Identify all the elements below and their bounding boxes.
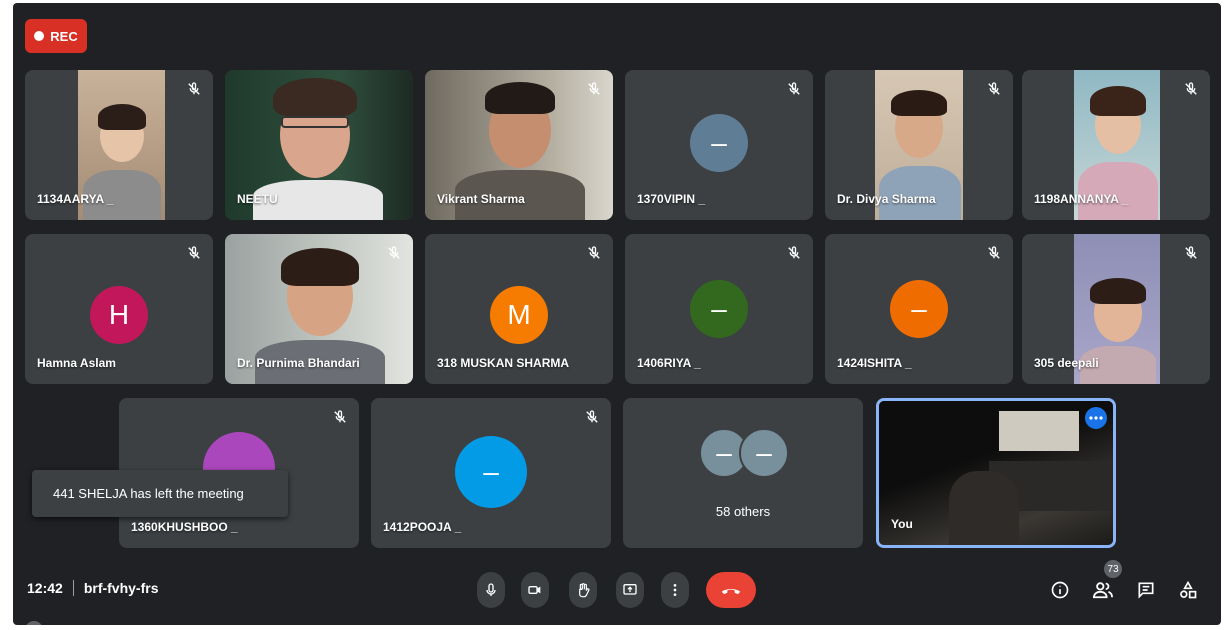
- more-options-icon[interactable]: [1085, 407, 1107, 429]
- participant-tile[interactable]: H Hamna Aslam: [25, 234, 213, 384]
- participant-tile[interactable]: – 1424ISHITA _: [825, 234, 1013, 384]
- self-view-tile[interactable]: You: [876, 398, 1116, 548]
- participant-tile[interactable]: 1198ANNANYA _: [1022, 70, 1210, 220]
- others-count: 58 others: [715, 504, 771, 519]
- record-dot-icon: [34, 31, 45, 41]
- mic-off-icon: [334, 410, 346, 423]
- participant-tile[interactable]: Dr. Purnima Bhandari: [225, 234, 413, 384]
- more-options-button[interactable]: [661, 572, 689, 608]
- mic-off-icon: [988, 82, 1000, 95]
- participant-count-badge: 73: [1104, 560, 1122, 578]
- self-video: [879, 401, 1113, 545]
- participant-tile[interactable]: 1134AARYA _: [25, 70, 213, 220]
- raise-hand-button[interactable]: [569, 572, 597, 608]
- mic-off-icon: [588, 246, 600, 259]
- divider: [72, 580, 74, 596]
- microphone-icon: [486, 583, 496, 596]
- participant-tile[interactable]: – 1406RIYA _: [625, 234, 813, 384]
- participant-name: 318 MUSKAN SHARMA: [437, 356, 570, 370]
- present-button[interactable]: [616, 572, 644, 608]
- more-vert-icon: [673, 584, 677, 596]
- mic-off-icon: [586, 410, 598, 423]
- mic-off-icon: [1185, 82, 1197, 95]
- mic-off-icon: [188, 82, 200, 95]
- participant-name: NEETU: [237, 192, 278, 206]
- people-button[interactable]: [1092, 579, 1114, 601]
- participant-name: You: [891, 517, 913, 531]
- participant-avatar: –: [690, 280, 748, 338]
- end-call-icon: [721, 589, 741, 595]
- participant-avatar: –: [455, 436, 527, 508]
- camera-button[interactable]: [521, 572, 549, 608]
- participant-tile[interactable]: Vikrant Sharma: [425, 70, 613, 220]
- mic-off-icon: [788, 246, 800, 259]
- activities-icon: [1180, 580, 1197, 599]
- people-icon: [1092, 582, 1113, 599]
- participant-tile[interactable]: NEETU: [225, 70, 413, 220]
- participant-name: Vikrant Sharma: [437, 192, 525, 206]
- camera-icon: [528, 586, 541, 594]
- chat-button[interactable]: [1135, 579, 1157, 601]
- participant-name: 1424ISHITA _: [837, 356, 912, 370]
- others-tile[interactable]: – – 58 others: [623, 398, 863, 548]
- participant-name: 1412POOJA _: [383, 520, 462, 534]
- meeting-info: 12:42 brf-fvhy-frs: [27, 580, 158, 596]
- participant-name: 1406RIYA _: [637, 356, 701, 370]
- participant-tile[interactable]: 305 deepali: [1022, 234, 1210, 384]
- others-avatar: –: [739, 428, 789, 478]
- participant-avatar: –: [890, 280, 948, 338]
- present-screen-icon: [623, 584, 637, 595]
- participant-name: Dr. Purnima Bhandari: [237, 356, 360, 370]
- leave-call-button[interactable]: [706, 572, 756, 608]
- meeting-window: REC 1134AARYA _ NEETU Vikrant Sharma – 1…: [13, 3, 1221, 625]
- participant-tile[interactable]: – 1370VIPIN _: [625, 70, 813, 220]
- participant-tile[interactable]: Dr. Divya Sharma: [825, 70, 1013, 220]
- notification-toast: 441 SHELJA has left the meeting: [32, 470, 288, 517]
- partial-avatar: [25, 621, 43, 625]
- chat-icon: [1138, 582, 1154, 599]
- activities-button[interactable]: [1177, 579, 1199, 601]
- mic-off-icon: [388, 246, 400, 259]
- mic-off-icon: [1185, 246, 1197, 259]
- toast-text: 441 SHELJA has left the meeting: [53, 486, 244, 501]
- participant-tile[interactable]: – 1412POOJA _: [371, 398, 611, 548]
- mic-off-icon: [188, 246, 200, 259]
- mic-off-icon: [988, 246, 1000, 259]
- meeting-details-button[interactable]: [1049, 579, 1071, 601]
- participant-avatar: H: [90, 286, 148, 344]
- participant-name: Dr. Divya Sharma: [837, 192, 936, 206]
- participant-avatar: –: [690, 114, 748, 172]
- participant-name: 1360KHUSHBOO _: [131, 520, 238, 534]
- meeting-code: brf-fvhy-frs: [83, 580, 159, 596]
- participant-name: 305 deepali: [1034, 356, 1099, 370]
- participant-name: Hamna Aslam: [37, 356, 116, 370]
- recording-label: REC: [50, 28, 78, 44]
- participant-name: 1134AARYA _: [37, 192, 114, 206]
- recording-indicator: REC: [25, 19, 87, 53]
- participant-tile[interactable]: M 318 MUSKAN SHARMA: [425, 234, 613, 384]
- mic-off-icon: [588, 82, 600, 95]
- mic-off-icon: [788, 82, 800, 95]
- raise-hand-icon: [579, 583, 590, 598]
- participant-name: 1370VIPIN _: [637, 192, 706, 206]
- meeting-time: 12:42: [27, 580, 63, 596]
- info-icon: [1051, 581, 1069, 599]
- microphone-button[interactable]: [477, 572, 505, 608]
- participant-name: 1198ANNANYA _: [1034, 192, 1129, 206]
- participant-avatar: M: [490, 286, 548, 344]
